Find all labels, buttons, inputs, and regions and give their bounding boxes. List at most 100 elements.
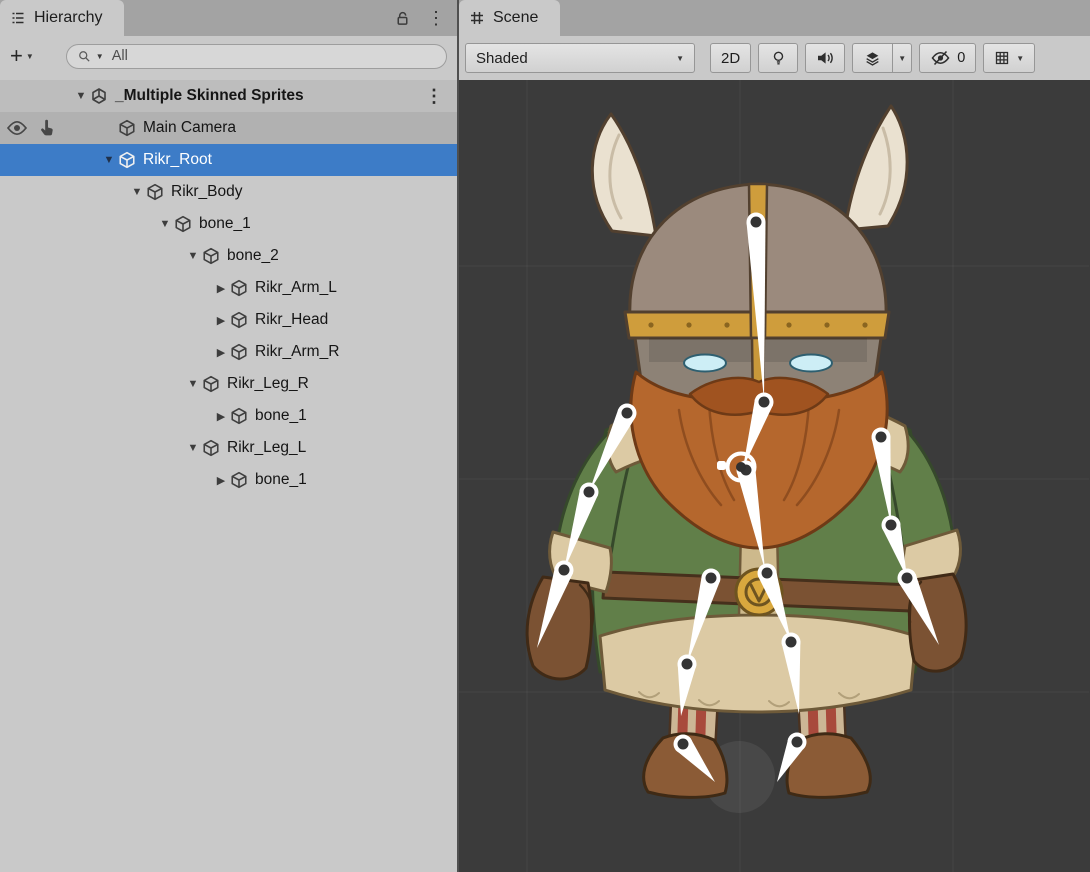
foldout-open-icon[interactable] xyxy=(184,250,202,262)
effects-layers-icon xyxy=(864,50,881,67)
grid-visibility-button[interactable] xyxy=(983,43,1035,73)
pickability-hand-icon[interactable] xyxy=(38,119,55,137)
foldout-closed-icon[interactable] xyxy=(212,282,230,295)
scene-grid-icon xyxy=(469,10,485,26)
gameobject-cube-icon xyxy=(230,279,248,297)
object-name-label: Rikr_Leg_R xyxy=(227,375,309,393)
foldout-closed-icon[interactable] xyxy=(212,410,230,423)
hierarchy-search-input[interactable]: All xyxy=(66,44,447,69)
unity-scene-icon xyxy=(90,87,108,105)
scene-visibility-eye-icon[interactable] xyxy=(6,120,28,136)
gameobject-cube-icon xyxy=(230,343,248,361)
tree-row-leg-r-bone-1[interactable]: bone_1 xyxy=(0,400,457,432)
scene-name-label: _Multiple Skinned Sprites xyxy=(115,87,304,105)
foldout-closed-icon[interactable] xyxy=(212,314,230,327)
object-name-label: Rikr_Body xyxy=(171,183,243,201)
draw-mode-dropdown[interactable]: Shaded xyxy=(465,43,695,73)
hidden-objects-button[interactable]: 0 xyxy=(919,43,976,73)
object-name-label: bone_1 xyxy=(255,471,307,489)
gameobject-cube-icon xyxy=(118,151,136,169)
object-name-label: Main Camera xyxy=(143,119,236,137)
scene-panel: Scene Shaded 2D xyxy=(459,0,1090,872)
toggle-2d-label: 2D xyxy=(721,50,740,67)
gameobject-cube-icon xyxy=(174,215,192,233)
gameobject-cube-icon xyxy=(230,311,248,329)
tree-row-rikr-body[interactable]: Rikr_Body xyxy=(0,176,457,208)
draw-mode-value: Shaded xyxy=(476,50,528,67)
scene-canvas xyxy=(459,80,1089,872)
hierarchy-tabbar-actions: ⋮ xyxy=(394,0,457,36)
hierarchy-list-icon xyxy=(10,10,26,26)
search-filter-value: All xyxy=(112,48,128,64)
scene-context-menu-icon[interactable]: ⋮ xyxy=(425,87,443,105)
scene-lighting-button[interactable] xyxy=(758,43,798,73)
tree-row-scene[interactable]: _Multiple Skinned Sprites ⋮ xyxy=(0,80,457,112)
scene-audio-button[interactable] xyxy=(805,43,845,73)
tree-row-rikr-arm-l[interactable]: Rikr_Arm_L xyxy=(0,272,457,304)
scene-toolbar: Shaded 2D xyxy=(459,36,1090,80)
search-filter-caret-icon xyxy=(96,52,104,61)
object-name-label: Rikr_Head xyxy=(255,311,328,329)
row-gutter xyxy=(6,112,55,144)
unity-editor-window: Hierarchy ⋮ + All xyxy=(0,0,1090,872)
hierarchy-tabbar: Hierarchy ⋮ xyxy=(0,0,457,36)
object-name-label: Rikr_Leg_L xyxy=(227,439,306,457)
gameobject-cube-icon xyxy=(202,439,220,457)
tree-row-bone-1[interactable]: bone_1 xyxy=(0,208,457,240)
gameobject-cube-icon xyxy=(230,407,248,425)
draw-mode-caret-icon xyxy=(676,54,684,63)
hidden-count-label: 0 xyxy=(957,50,965,66)
tab-scene-label: Scene xyxy=(493,9,538,27)
hierarchy-panel: Hierarchy ⋮ + All xyxy=(0,0,459,872)
foldout-open-icon[interactable] xyxy=(128,186,146,198)
eye-slash-icon xyxy=(930,50,951,66)
hierarchy-toolbar: + All xyxy=(0,36,457,76)
tree-row-rikr-leg-l[interactable]: Rikr_Leg_L xyxy=(0,432,457,464)
tree-row-rikr-arm-r[interactable]: Rikr_Arm_R xyxy=(0,336,457,368)
scene-effects-group xyxy=(852,43,912,73)
scene-effects-dropdown[interactable] xyxy=(892,43,912,73)
tree-row-rikr-head[interactable]: Rikr_Head xyxy=(0,304,457,336)
gameobject-cube-icon xyxy=(230,471,248,489)
object-name-label: Rikr_Root xyxy=(143,151,212,169)
gameobject-cube-icon xyxy=(146,183,164,201)
tree-row-main-camera[interactable]: Main Camera xyxy=(0,112,457,144)
tree-row-rikr-leg-r[interactable]: Rikr_Leg_R xyxy=(0,368,457,400)
tree-row-rikr-root[interactable]: Rikr_Root xyxy=(0,144,457,176)
tab-hierarchy[interactable]: Hierarchy xyxy=(0,0,124,36)
foldout-open-icon[interactable] xyxy=(100,154,118,166)
object-name-label: bone_1 xyxy=(255,407,307,425)
grid-icon xyxy=(994,50,1010,66)
foldout-closed-icon[interactable] xyxy=(212,346,230,359)
scene-viewport[interactable] xyxy=(459,80,1090,872)
foldout-open-icon[interactable] xyxy=(72,90,90,102)
foldout-open-icon[interactable] xyxy=(184,442,202,454)
tab-hierarchy-label: Hierarchy xyxy=(34,9,102,27)
tab-scene[interactable]: Scene xyxy=(459,0,560,36)
effects-caret-icon xyxy=(898,54,906,63)
tree-row-bone-2[interactable]: bone_2 xyxy=(0,240,457,272)
speaker-icon xyxy=(816,50,834,66)
plus-icon: + xyxy=(10,45,23,67)
hierarchy-tree: _Multiple Skinned Sprites ⋮ Main Camera xyxy=(0,76,457,872)
grid-caret-icon xyxy=(1016,54,1024,63)
foldout-open-icon[interactable] xyxy=(156,218,174,230)
scene-effects-button[interactable] xyxy=(852,43,892,73)
foldout-closed-icon[interactable] xyxy=(212,474,230,487)
object-name-label: bone_1 xyxy=(199,215,251,233)
light-bulb-icon xyxy=(771,50,786,66)
gameobject-cube-icon xyxy=(118,119,136,137)
foldout-open-icon[interactable] xyxy=(184,378,202,390)
object-name-label: Rikr_Arm_R xyxy=(255,343,339,361)
search-icon xyxy=(77,49,92,64)
create-object-button[interactable]: + xyxy=(10,45,34,67)
hierarchy-menu-icon[interactable]: ⋮ xyxy=(427,9,445,27)
gameobject-cube-icon xyxy=(202,247,220,265)
toggle-2d-button[interactable]: 2D xyxy=(710,43,751,73)
create-dropdown-caret-icon xyxy=(26,52,34,61)
scene-tabbar: Scene xyxy=(459,0,1090,36)
unlock-icon[interactable] xyxy=(394,10,411,27)
tree-row-leg-l-bone-1[interactable]: bone_1 xyxy=(0,464,457,496)
gameobject-cube-icon xyxy=(202,375,220,393)
object-name-label: Rikr_Arm_L xyxy=(255,279,337,297)
